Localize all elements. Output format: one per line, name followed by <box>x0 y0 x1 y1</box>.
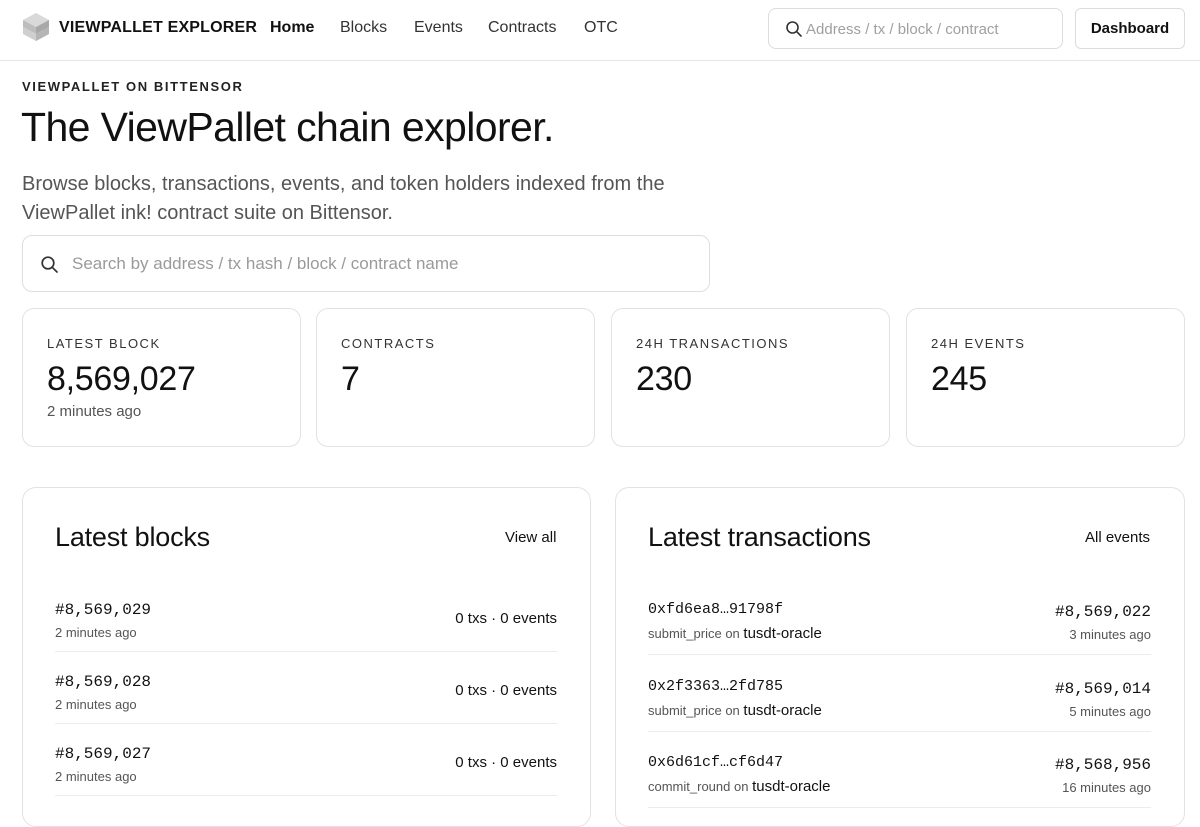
stat-card-24h-events: 24H EVENTS 245 <box>906 308 1185 447</box>
row-divider <box>648 654 1151 655</box>
tx-contract-link[interactable]: tusdt-oracle <box>743 702 821 719</box>
tx-method: commit_round <box>648 779 731 794</box>
tx-time: 3 minutes ago <box>1069 627 1151 642</box>
search-icon <box>41 256 58 273</box>
tx-contract-link[interactable]: tusdt-oracle <box>752 778 830 795</box>
stat-card-24h-transactions: 24H TRANSACTIONS 230 <box>611 308 890 447</box>
stat-value: 230 <box>636 360 692 398</box>
tx-method-line: commit_round on tusdt-oracle <box>648 778 830 795</box>
latest-transactions-title: Latest transactions <box>648 522 871 552</box>
search-icon <box>786 21 802 37</box>
dashboard-button[interactable]: Dashboard <box>1075 8 1185 49</box>
nav-contracts[interactable]: Contracts <box>488 19 556 37</box>
stat-card-latest-block: LATEST BLOCK 8,569,027 2 minutes ago <box>22 308 301 447</box>
tx-block-link[interactable]: #8,568,956 <box>951 756 1151 774</box>
stat-value: 245 <box>931 360 987 398</box>
nav-otc[interactable]: OTC <box>584 19 618 37</box>
stat-subtext: 2 minutes ago <box>47 403 142 420</box>
row-divider <box>55 651 557 652</box>
view-all-blocks-link[interactable]: View all <box>505 529 556 546</box>
row-divider <box>648 807 1151 808</box>
tx-on-word: on <box>734 779 749 794</box>
stat-value: 7 <box>341 360 360 398</box>
hero-eyebrow: VIEWPALLET ON BITTENSOR <box>22 79 244 94</box>
tx-hash-link[interactable]: 0xfd6ea8…91798f <box>648 601 783 618</box>
top-bar: VIEWPALLET EXPLORER Home Blocks Events C… <box>0 0 1200 61</box>
row-divider <box>648 731 1151 732</box>
header-search-input[interactable] <box>806 18 1051 40</box>
tx-contract-link[interactable]: tusdt-oracle <box>743 625 821 642</box>
stat-label: 24H TRANSACTIONS <box>636 336 790 351</box>
stat-label: 24H EVENTS <box>931 336 1026 351</box>
tx-block-link[interactable]: #8,569,014 <box>951 680 1151 698</box>
tx-time: 16 minutes ago <box>1062 780 1151 795</box>
block-counts: 0 txs · 0 events <box>455 754 557 771</box>
block-counts: 0 txs · 0 events <box>455 682 557 699</box>
block-time: 2 minutes ago <box>55 625 137 640</box>
main-search-input[interactable] <box>72 252 692 276</box>
hero-subtitle: Browse blocks, transactions, events, and… <box>22 173 665 224</box>
row-divider <box>55 795 557 796</box>
stat-value: 8,569,027 <box>47 360 196 398</box>
nav-blocks[interactable]: Blocks <box>340 19 387 37</box>
block-time: 2 minutes ago <box>55 697 137 712</box>
cube-stack-logo-icon[interactable] <box>21 12 51 44</box>
page-title: The ViewPallet chain explorer. <box>21 104 554 150</box>
block-number-link[interactable]: #8,569,028 <box>55 673 151 691</box>
stat-label: CONTRACTS <box>341 336 436 351</box>
header-search-box[interactable] <box>768 8 1063 49</box>
all-events-link[interactable]: All events <box>1085 529 1150 546</box>
tx-block-link[interactable]: #8,569,022 <box>951 603 1151 621</box>
block-number-link[interactable]: #8,569,029 <box>55 601 151 619</box>
tx-method-line: submit_price on tusdt-oracle <box>648 702 822 719</box>
tx-method: submit_price <box>648 703 722 718</box>
tx-hash-link[interactable]: 0x6d61cf…cf6d47 <box>648 754 783 771</box>
block-number-link[interactable]: #8,569,027 <box>55 745 151 763</box>
latest-blocks-title: Latest blocks <box>55 522 210 552</box>
nav-events[interactable]: Events <box>414 19 463 37</box>
row-divider <box>55 723 557 724</box>
stat-card-contracts: CONTRACTS 7 <box>316 308 595 447</box>
tx-on-word: on <box>725 626 740 641</box>
tx-time: 5 minutes ago <box>1069 704 1151 719</box>
tx-on-word: on <box>725 703 740 718</box>
tx-hash-link[interactable]: 0x2f3363…2fd785 <box>648 678 783 695</box>
block-counts: 0 txs · 0 events <box>455 610 557 627</box>
stat-label: LATEST BLOCK <box>47 336 161 351</box>
block-time: 2 minutes ago <box>55 769 137 784</box>
brand-name[interactable]: VIEWPALLET EXPLORER <box>59 19 257 37</box>
tx-method: submit_price <box>648 626 722 641</box>
tx-method-line: submit_price on tusdt-oracle <box>648 625 822 642</box>
nav-home[interactable]: Home <box>270 19 314 37</box>
main-search-box[interactable] <box>22 235 710 292</box>
